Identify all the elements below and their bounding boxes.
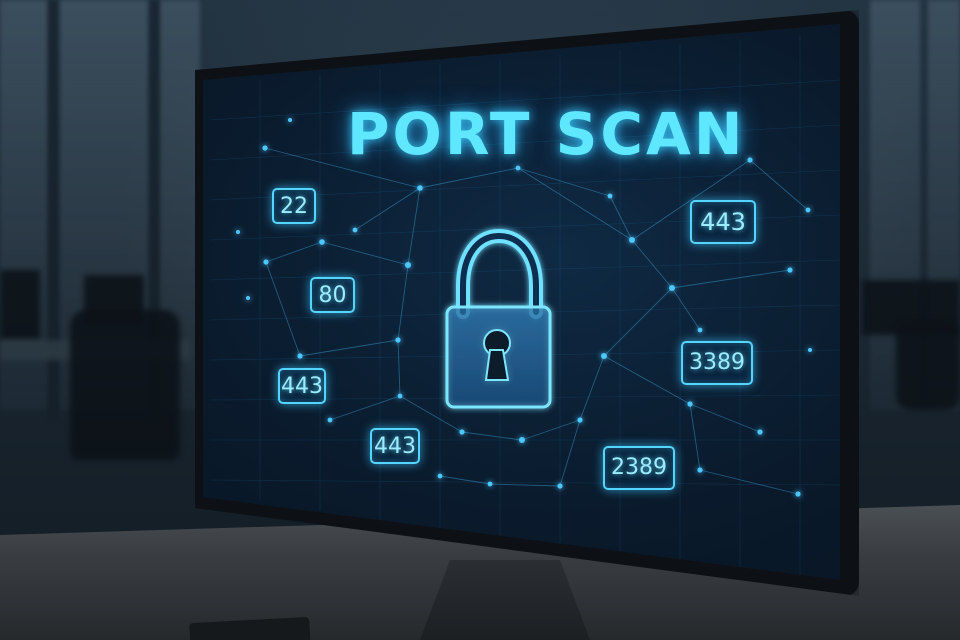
port-badge-80: 80 <box>310 277 355 313</box>
office-scene: PORT SCAN 22 80 443 443 443 3389 2389 <box>0 0 960 640</box>
screen-title: PORT SCAN <box>347 100 746 168</box>
port-badge-22: 22 <box>272 188 316 224</box>
port-badge-2389: 2389 <box>603 446 675 490</box>
port-badge-443: 443 <box>370 428 420 464</box>
padlock-icon <box>445 228 552 409</box>
monitor-stand <box>420 560 590 640</box>
port-badge-3389: 3389 <box>681 341 753 385</box>
background-chair <box>70 310 180 460</box>
port-badge-443: 443 <box>278 368 326 404</box>
background-monitor <box>0 270 40 340</box>
background-chair <box>896 320 960 410</box>
port-badge-443: 443 <box>690 200 756 244</box>
